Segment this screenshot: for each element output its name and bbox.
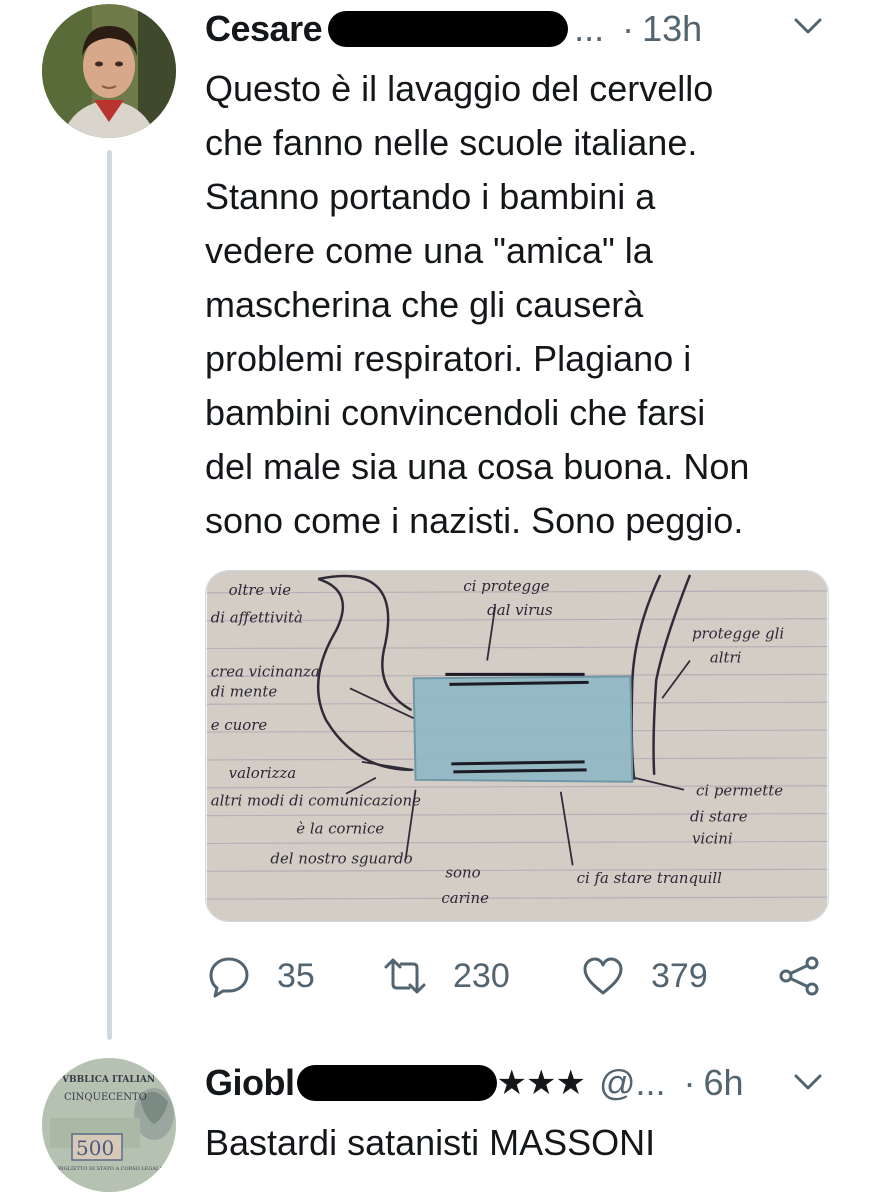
author-name[interactable]: Cesare	[205, 8, 323, 50]
retweet-icon	[384, 958, 426, 994]
note-text: ci protegge	[463, 577, 549, 595]
note-text: altri modi di comunicazione	[211, 792, 421, 810]
note-text: del nostro sguardo	[270, 849, 412, 867]
author-name[interactable]: Giobl	[205, 1062, 295, 1104]
redaction-bar	[328, 11, 569, 47]
separator-dot: ·	[622, 8, 635, 49]
reply-button[interactable]: 35	[207, 948, 315, 1004]
name-ellipsis: ...	[574, 8, 605, 49]
note-text: di stare	[690, 808, 748, 826]
tweet-header: Giobl ★★★ @... · 6h	[205, 1058, 744, 1108]
note-text: altri	[710, 648, 742, 666]
note-text: valorizza	[229, 764, 297, 782]
author-handle[interactable]: @...	[599, 1062, 666, 1104]
tweet-header: Cesare ... · 13h	[205, 4, 702, 54]
share-button[interactable]	[777, 948, 821, 1004]
retweet-button[interactable]: 230	[383, 948, 510, 1004]
note-text: è la cornice	[296, 820, 384, 838]
note-text: crea vicinanza	[211, 662, 320, 680]
timestamp[interactable]: 6h	[704, 1062, 744, 1104]
retweet-count: 230	[453, 956, 510, 995]
share-icon	[779, 956, 819, 996]
banknote-text: VBBLICA ITALIAN	[61, 1075, 155, 1085]
tweet[interactable]: VBBLICA ITALIAN CINQUECENTO 500 BIGLIETT…	[0, 1050, 873, 1200]
redaction-bar	[296, 1065, 497, 1101]
reply-icon	[209, 957, 249, 998]
avatar[interactable]: VBBLICA ITALIAN CINQUECENTO 500 BIGLIETT…	[42, 1058, 176, 1192]
banknote-avatar: VBBLICA ITALIAN CINQUECENTO 500 BIGLIETT…	[42, 1058, 176, 1192]
tweet-text: Bastardi satanisti MASSONI	[205, 1122, 656, 1163]
tweet-image[interactable]: oltre vie di affettività crea vicinanza …	[205, 570, 829, 922]
tweet-text: Questo è il lavaggio del cervello che fa…	[205, 68, 750, 541]
banknote-value: 500	[76, 1136, 114, 1160]
note-text: vicini	[692, 829, 733, 847]
name-stars: ★★★	[496, 1064, 586, 1102]
timestamp[interactable]: 13h	[642, 8, 702, 50]
note-text: e cuore	[211, 716, 268, 734]
chevron-down-icon[interactable]	[790, 1064, 826, 1100]
avatar[interactable]	[42, 4, 176, 138]
chevron-down-icon[interactable]	[790, 8, 826, 44]
notebook-drawing: oltre vie di affettività crea vicinanza …	[206, 571, 828, 921]
note-text: di mente	[211, 682, 278, 700]
note-text: oltre vie	[229, 581, 292, 599]
note-text: protegge gli	[692, 625, 784, 643]
banknote-text: CINQUECENTO	[64, 1092, 147, 1103]
note-text: di affettività	[211, 609, 303, 627]
reply-count: 35	[277, 956, 315, 995]
like-count: 379	[651, 956, 708, 995]
note-text: carine	[441, 889, 489, 907]
separator-dot: ·	[683, 1062, 696, 1103]
thread-line	[107, 150, 112, 1040]
like-icon	[583, 957, 623, 995]
note-text: ci fa stare tranquill	[577, 869, 722, 887]
note-text: ci permette	[696, 782, 783, 800]
like-button[interactable]: 379	[581, 948, 708, 1004]
note-text: sono	[445, 863, 480, 881]
note-text: dal virus	[487, 601, 553, 619]
avatar-photo	[42, 4, 176, 138]
tweet[interactable]: Cesare ... · 13h Questo è il lavaggio de…	[0, 0, 873, 1050]
tweet-actions: 35 230 379	[205, 948, 835, 1004]
banknote-text: BIGLIETTO DI STATO A CORSO LEGALE	[58, 1166, 163, 1172]
